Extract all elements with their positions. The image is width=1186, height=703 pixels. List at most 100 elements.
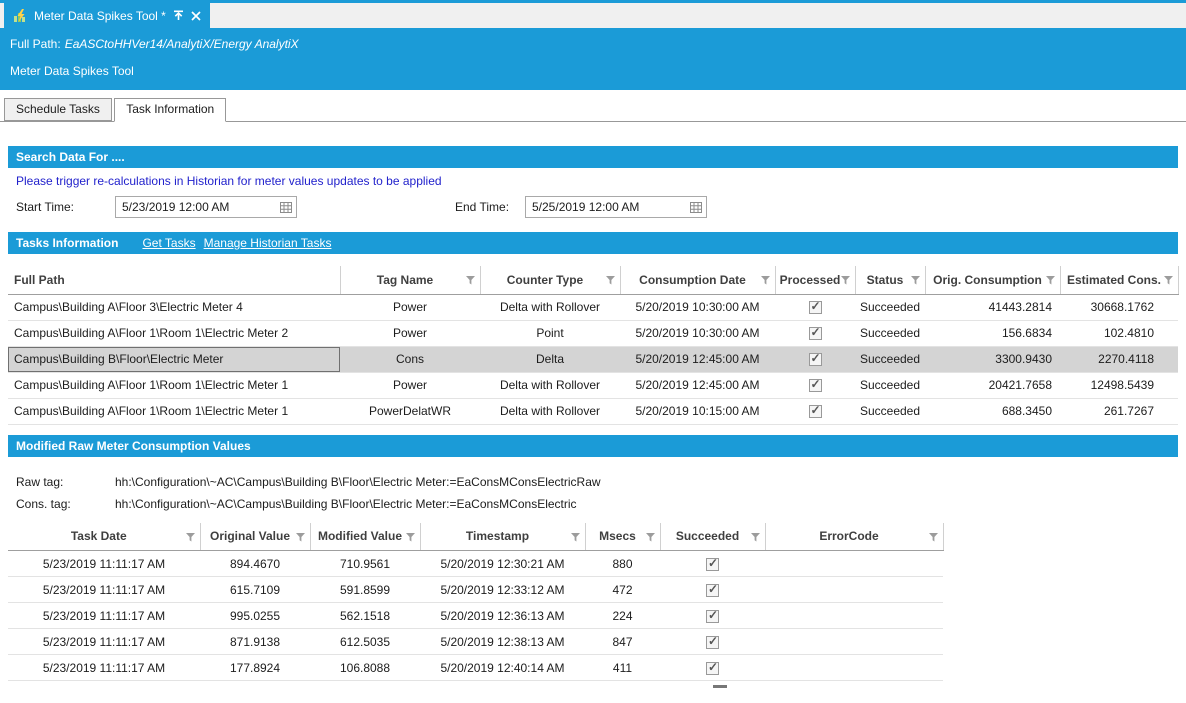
succeeded-checkbox[interactable] xyxy=(706,662,719,675)
cell-msecs[interactable]: 472 xyxy=(585,577,660,603)
cell-msecs[interactable]: 847 xyxy=(585,629,660,655)
cell-tag-name[interactable]: Power xyxy=(340,372,480,398)
filter-icon[interactable] xyxy=(466,276,475,285)
cell-original-value[interactable]: 995.0255 xyxy=(200,603,310,629)
table-row[interactable]: 5/23/2019 11:11:17 AM615.7109591.85995/2… xyxy=(8,577,943,603)
cell-counter-type[interactable]: Delta with Rollover xyxy=(480,398,620,424)
cell-timestamp[interactable]: 5/20/2019 12:36:13 AM xyxy=(420,603,585,629)
column-header-status[interactable]: Status xyxy=(855,266,925,294)
cell-tag-name[interactable]: Power xyxy=(340,294,480,320)
cell-msecs[interactable]: 880 xyxy=(585,551,660,577)
cell-estimated-cons[interactable]: 30668.1762 xyxy=(1060,294,1178,320)
filter-icon[interactable] xyxy=(606,276,615,285)
cell-succeeded[interactable] xyxy=(660,577,765,603)
cell-processed[interactable] xyxy=(775,398,855,424)
cell-counter-type[interactable]: Point xyxy=(480,320,620,346)
filter-icon[interactable] xyxy=(751,533,760,542)
column-header-full-path[interactable]: Full Path xyxy=(8,266,340,294)
cell-processed[interactable] xyxy=(775,346,855,372)
float-window-icon[interactable] xyxy=(173,10,184,21)
column-header-estimated-cons[interactable]: Estimated Cons. xyxy=(1060,266,1178,294)
cell-counter-type[interactable]: Delta with Rollover xyxy=(480,294,620,320)
cell-full-path[interactable]: Campus\Building A\Floor 1\Room 1\Electri… xyxy=(8,320,340,346)
cell-estimated-cons[interactable]: 261.7267 xyxy=(1060,398,1178,424)
cell-modified-value[interactable]: 562.1518 xyxy=(310,603,420,629)
cell-task-date[interactable]: 5/23/2019 11:11:17 AM xyxy=(8,551,200,577)
filter-icon[interactable] xyxy=(646,533,655,542)
cell-full-path[interactable]: Campus\Building A\Floor 3\Electric Meter… xyxy=(8,294,340,320)
filter-icon[interactable] xyxy=(841,276,850,285)
cell-status[interactable]: Succeeded xyxy=(855,294,925,320)
cell-modified-value[interactable]: 591.8599 xyxy=(310,577,420,603)
cell-tag-name[interactable]: Cons xyxy=(340,346,480,372)
cell-counter-type[interactable]: Delta xyxy=(480,346,620,372)
cell-orig-consumption[interactable]: 20421.7658 xyxy=(925,372,1060,398)
succeeded-checkbox[interactable] xyxy=(706,636,719,649)
cell-task-date[interactable]: 5/23/2019 11:11:17 AM xyxy=(8,655,200,681)
filter-icon[interactable] xyxy=(186,533,195,542)
cell-errorcode[interactable] xyxy=(765,655,943,681)
cell-processed[interactable] xyxy=(775,372,855,398)
cell-tag-name[interactable]: Power xyxy=(340,320,480,346)
cell-consumption-date[interactable]: 5/20/2019 10:30:00 AM xyxy=(620,294,775,320)
table-row[interactable]: Campus\Building A\Floor 1\Room 1\Electri… xyxy=(8,398,1178,424)
filter-icon[interactable] xyxy=(296,533,305,542)
filter-icon[interactable] xyxy=(911,276,920,285)
cell-processed[interactable] xyxy=(775,320,855,346)
cell-estimated-cons[interactable]: 12498.5439 xyxy=(1060,372,1178,398)
get-tasks-link[interactable]: Get Tasks xyxy=(142,236,195,250)
end-time-input[interactable] xyxy=(526,197,686,217)
cell-original-value[interactable]: 615.7109 xyxy=(200,577,310,603)
cell-full-path[interactable]: Campus\Building A\Floor 1\Room 1\Electri… xyxy=(8,398,340,424)
filter-icon[interactable] xyxy=(929,533,938,542)
cell-task-date[interactable]: 5/23/2019 11:11:17 AM xyxy=(8,577,200,603)
cell-status[interactable]: Succeeded xyxy=(855,346,925,372)
column-header-task-date[interactable]: Task Date xyxy=(8,523,200,551)
filter-icon[interactable] xyxy=(761,276,770,285)
cell-tag-name[interactable]: PowerDelatWR xyxy=(340,398,480,424)
end-time-datepicker-icon[interactable] xyxy=(686,197,706,217)
cell-task-date[interactable]: 5/23/2019 11:11:17 AM xyxy=(8,603,200,629)
processed-checkbox[interactable] xyxy=(809,379,822,392)
cell-status[interactable]: Succeeded xyxy=(855,398,925,424)
column-header-original-value[interactable]: Original Value xyxy=(200,523,310,551)
tab-task-information[interactable]: Task Information xyxy=(114,98,226,122)
table-row[interactable]: 5/23/2019 11:11:17 AM871.9138612.50355/2… xyxy=(8,629,943,655)
cell-succeeded[interactable] xyxy=(660,551,765,577)
cell-timestamp[interactable]: 5/20/2019 12:33:12 AM xyxy=(420,577,585,603)
filter-icon[interactable] xyxy=(571,533,580,542)
table-row[interactable]: 5/23/2019 11:11:17 AM995.0255562.15185/2… xyxy=(8,603,943,629)
cell-succeeded[interactable] xyxy=(660,629,765,655)
table-row[interactable]: 5/23/2019 11:11:17 AM894.4670710.95615/2… xyxy=(8,551,943,577)
tab-schedule-tasks[interactable]: Schedule Tasks xyxy=(4,98,112,121)
column-header-succeeded[interactable]: Succeeded xyxy=(660,523,765,551)
cell-estimated-cons[interactable]: 2270.4118 xyxy=(1060,346,1178,372)
cell-modified-value[interactable]: 710.9561 xyxy=(310,551,420,577)
close-icon[interactable] xyxy=(191,11,201,21)
column-header-timestamp[interactable]: Timestamp xyxy=(420,523,585,551)
cell-msecs[interactable]: 224 xyxy=(585,603,660,629)
column-header-msecs[interactable]: Msecs xyxy=(585,523,660,551)
column-header-tag-name[interactable]: Tag Name xyxy=(340,266,480,294)
column-header-orig-consumption[interactable]: Orig. Consumption xyxy=(925,266,1060,294)
cell-orig-consumption[interactable]: 41443.2814 xyxy=(925,294,1060,320)
start-time-input[interactable] xyxy=(116,197,276,217)
succeeded-checkbox[interactable] xyxy=(706,584,719,597)
table-row[interactable]: 5/23/2019 11:11:17 AM177.8924106.80885/2… xyxy=(8,655,943,681)
cell-modified-value[interactable]: 612.5035 xyxy=(310,629,420,655)
processed-checkbox[interactable] xyxy=(809,301,822,314)
processed-checkbox[interactable] xyxy=(809,353,822,366)
cell-original-value[interactable]: 871.9138 xyxy=(200,629,310,655)
cell-processed[interactable] xyxy=(775,294,855,320)
cell-task-date[interactable]: 5/23/2019 11:11:17 AM xyxy=(8,629,200,655)
cell-orig-consumption[interactable]: 3300.9430 xyxy=(925,346,1060,372)
cell-consumption-date[interactable]: 5/20/2019 10:30:00 AM xyxy=(620,320,775,346)
cell-errorcode[interactable] xyxy=(765,551,943,577)
cell-status[interactable]: Succeeded xyxy=(855,372,925,398)
table-row[interactable]: Campus\Building A\Floor 1\Room 1\Electri… xyxy=(8,372,1178,398)
processed-checkbox[interactable] xyxy=(809,327,822,340)
column-header-errorcode[interactable]: ErrorCode xyxy=(765,523,943,551)
cell-timestamp[interactable]: 5/20/2019 12:38:13 AM xyxy=(420,629,585,655)
table-row[interactable]: Campus\Building A\Floor 1\Room 1\Electri… xyxy=(8,320,1178,346)
cell-full-path[interactable]: Campus\Building A\Floor 1\Room 1\Electri… xyxy=(8,372,340,398)
